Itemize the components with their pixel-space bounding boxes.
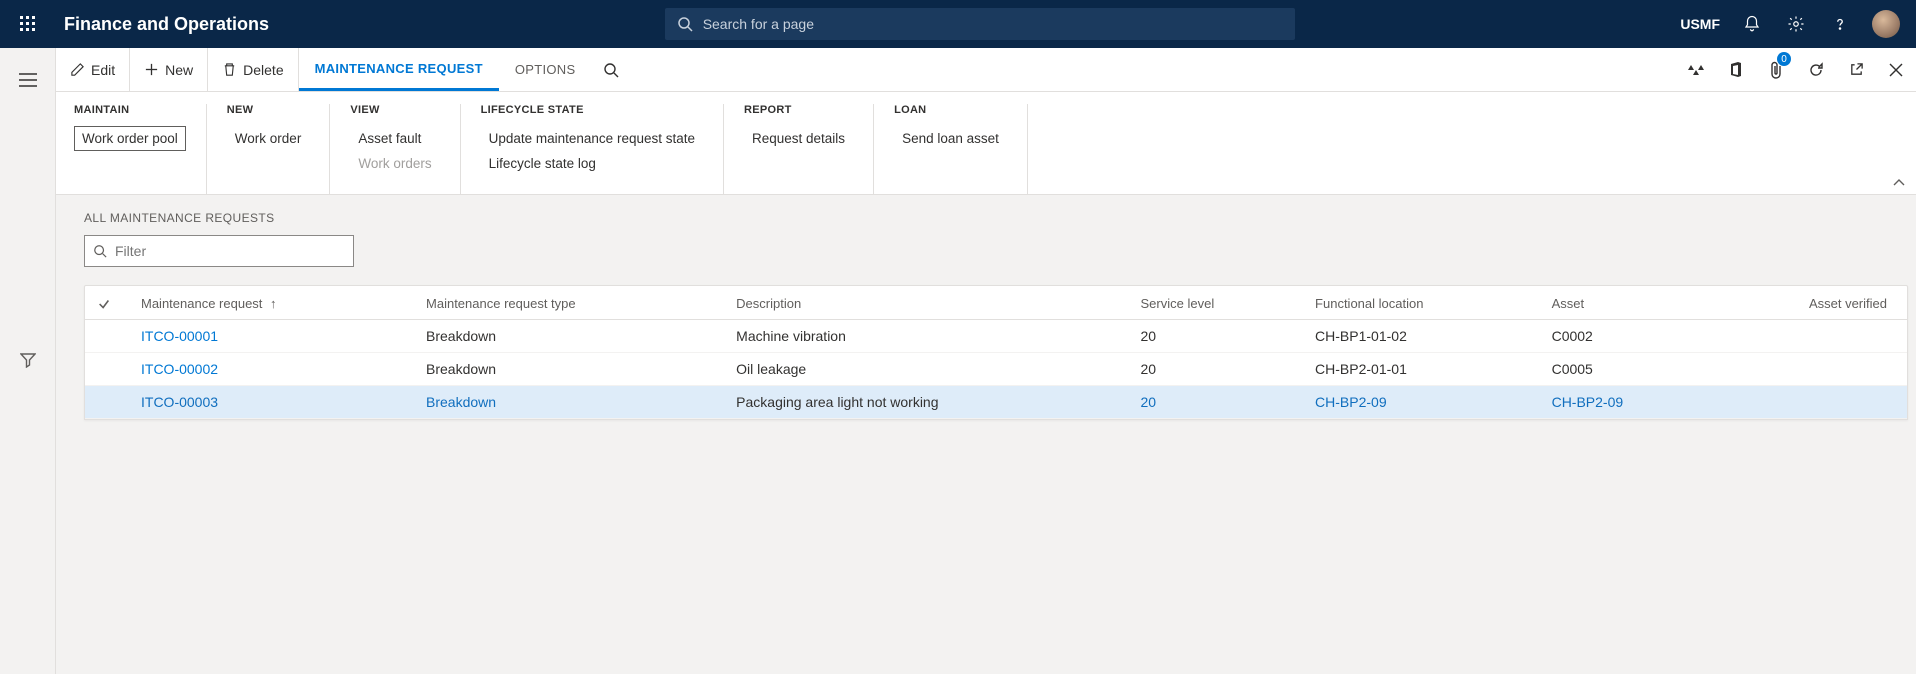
cell-asset[interactable]: C0002 [1540, 320, 1711, 353]
global-search[interactable]: Search for a page [665, 8, 1295, 40]
table-row[interactable]: ITCO-00001BreakdownMachine vibration20CH… [85, 320, 1907, 353]
col-request[interactable]: Maintenance request ↑ [129, 286, 414, 320]
ribbon-group-new: NEW Work order [207, 104, 331, 194]
ribbon-work-order[interactable]: Work order [227, 126, 310, 151]
bell-icon[interactable] [1732, 0, 1772, 48]
col-type[interactable]: Maintenance request type [414, 286, 724, 320]
section-title: ALL MAINTENANCE REQUESTS [84, 211, 1916, 225]
table-row[interactable]: ITCO-00002BreakdownOil leakage20CH-BP2-0… [85, 353, 1907, 386]
search-placeholder: Search for a page [703, 16, 1283, 32]
cell-asset[interactable]: CH-BP2-09 [1540, 386, 1711, 419]
cell-service-level[interactable]: 20 [1129, 386, 1304, 419]
cell-request[interactable]: ITCO-00002 [129, 353, 414, 386]
filter-input[interactable] [115, 243, 345, 259]
cell-description: Oil leakage [724, 353, 1128, 386]
cell-asset[interactable]: C0005 [1540, 353, 1711, 386]
cell-type[interactable]: Breakdown [414, 320, 724, 353]
sort-asc-icon: ↑ [270, 296, 277, 311]
filter-icon[interactable] [8, 340, 48, 380]
new-button[interactable]: New [130, 48, 208, 91]
checkmark-icon [97, 297, 111, 311]
col-func-location[interactable]: Functional location [1303, 286, 1540, 320]
cell-type[interactable]: Breakdown [414, 353, 724, 386]
col-asset[interactable]: Asset [1540, 286, 1711, 320]
cell-request[interactable]: ITCO-00003 [129, 386, 414, 419]
data-grid: Maintenance request ↑ Maintenance reques… [84, 285, 1908, 420]
cell-func-location[interactable]: CH-BP1-01-02 [1303, 320, 1540, 353]
cell-func-location[interactable]: CH-BP2-09 [1303, 386, 1540, 419]
tab-maintenance-request[interactable]: MAINTENANCE REQUEST [299, 48, 499, 91]
brand-title: Finance and Operations [64, 14, 269, 35]
ribbon-group-lifecycle: LIFECYCLE STATE Update maintenance reque… [461, 104, 724, 194]
ribbon-state-log[interactable]: Lifecycle state log [481, 151, 703, 176]
cell-type[interactable]: Breakdown [414, 386, 724, 419]
action-bar: Edit New Delete MAINTENANCE REQUEST OPTI… [56, 48, 1916, 92]
header-right: USMF [1680, 0, 1908, 48]
gear-icon[interactable] [1776, 0, 1816, 48]
table-row[interactable]: ITCO-00003BreakdownPackaging area light … [85, 386, 1907, 419]
ribbon-work-order-pool[interactable]: Work order pool [74, 126, 186, 151]
cell-description: Packaging area light not working [724, 386, 1128, 419]
office-icon[interactable] [1716, 48, 1756, 91]
popout-icon[interactable] [1836, 48, 1876, 91]
chevron-up-icon[interactable] [1892, 178, 1906, 188]
cell-service-level[interactable]: 20 [1129, 353, 1304, 386]
ribbon-group-maintain: MAINTAIN Work order pool [74, 104, 207, 194]
attach-icon[interactable]: 0 [1756, 48, 1796, 91]
ribbon-group-loan: LOAN Send loan asset [874, 104, 1028, 194]
ribbon: MAINTAIN Work order pool NEW Work order … [56, 92, 1916, 195]
col-select[interactable] [85, 286, 129, 320]
avatar[interactable] [1872, 10, 1900, 38]
help-icon[interactable] [1820, 0, 1860, 48]
cell-description: Machine vibration [724, 320, 1128, 353]
ribbon-request-details[interactable]: Request details [744, 126, 853, 151]
toolbar-search-icon[interactable] [591, 48, 631, 91]
personalize-icon[interactable] [1676, 48, 1716, 91]
filter-box[interactable] [84, 235, 354, 267]
delete-button[interactable]: Delete [208, 48, 298, 91]
plus-icon [144, 62, 159, 77]
cell-service-level[interactable]: 20 [1129, 320, 1304, 353]
attach-badge: 0 [1777, 52, 1791, 66]
col-asset-verified[interactable]: Asset verified [1710, 286, 1907, 320]
cell-func-location[interactable]: CH-BP2-01-01 [1303, 353, 1540, 386]
left-rail [0, 48, 56, 674]
tab-options[interactable]: OPTIONS [499, 48, 592, 91]
cell-request[interactable]: ITCO-00001 [129, 320, 414, 353]
edit-button[interactable]: Edit [56, 48, 130, 91]
cell-verified [1710, 353, 1907, 386]
hamburger-icon[interactable] [8, 60, 48, 100]
ribbon-asset-fault[interactable]: Asset fault [350, 126, 439, 151]
content-area: ALL MAINTENANCE REQUESTS Maintenance req… [56, 195, 1916, 674]
ribbon-send-loan[interactable]: Send loan asset [894, 126, 1007, 151]
row-select[interactable] [85, 353, 129, 386]
col-description[interactable]: Description [724, 286, 1128, 320]
company-code[interactable]: USMF [1680, 16, 1720, 32]
row-select[interactable] [85, 320, 129, 353]
ribbon-update-state[interactable]: Update maintenance request state [481, 126, 703, 151]
refresh-icon[interactable] [1796, 48, 1836, 91]
waffle-icon[interactable] [8, 0, 48, 48]
app-header: Finance and Operations Search for a page… [0, 0, 1916, 48]
search-icon [93, 244, 107, 258]
ribbon-group-view: VIEW Asset fault Work orders [330, 104, 460, 194]
pencil-icon [70, 62, 85, 77]
cell-verified [1710, 386, 1907, 419]
close-icon[interactable] [1876, 48, 1916, 91]
ribbon-work-orders: Work orders [350, 151, 439, 176]
col-service-level[interactable]: Service level [1129, 286, 1304, 320]
row-select[interactable] [85, 386, 129, 419]
ribbon-group-report: REPORT Request details [724, 104, 874, 194]
cell-verified [1710, 320, 1907, 353]
search-icon [677, 16, 693, 32]
trash-icon [222, 62, 237, 77]
